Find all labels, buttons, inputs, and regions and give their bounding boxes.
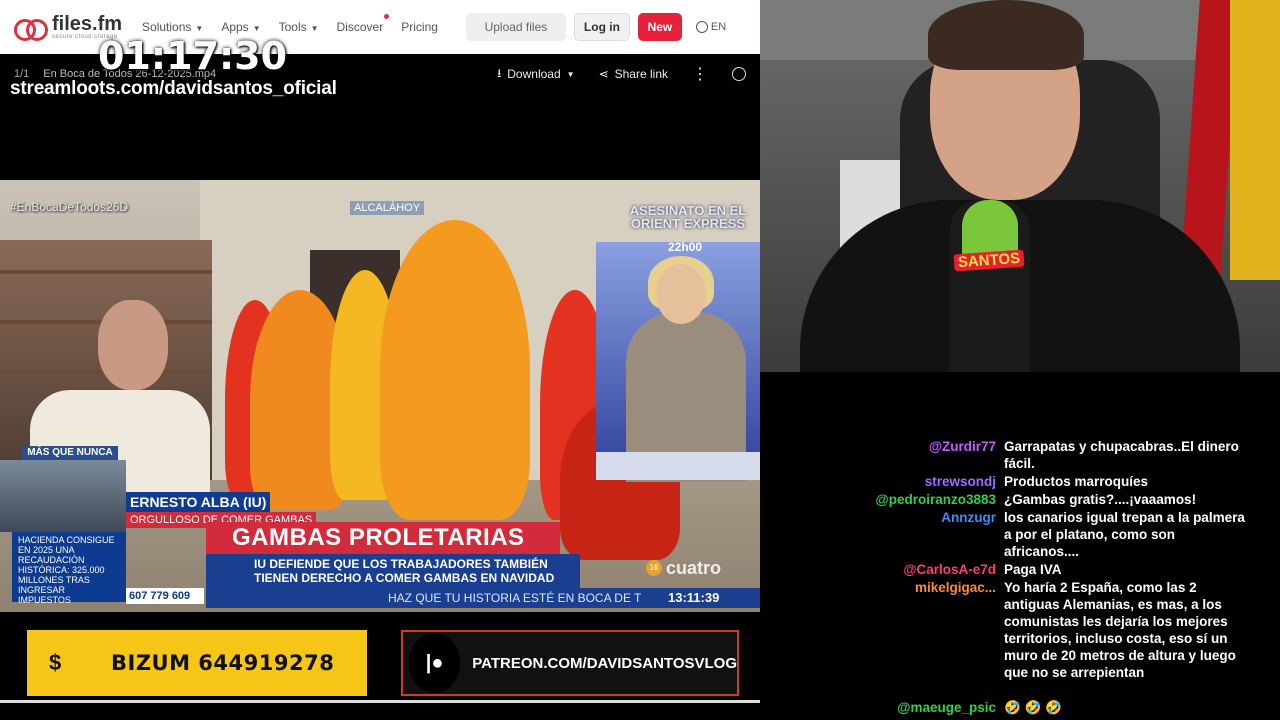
new-button[interactable]: New [637, 13, 682, 41]
stream-timer: 01:17:30 [98, 34, 288, 78]
nav-pricing[interactable]: Pricing [401, 20, 438, 34]
bizum-banner: $ BIZUM 644919278 [27, 630, 367, 696]
share-icon: ⋖ [598, 67, 609, 81]
patreon-banner: |● PATREON.COM/DAVIDSANTOSVLOG [401, 630, 739, 696]
language-label: EN [710, 21, 727, 33]
chat-username[interactable]: Annzugr [941, 509, 996, 526]
shrimp-costume [380, 220, 530, 520]
segment-tag: MÁS QUE NUNCA [22, 446, 118, 460]
chat-text: Productos marroquíes [1004, 474, 1149, 489]
presenter-head [656, 264, 706, 324]
chat-username[interactable]: @pedroiranzo3883 [876, 491, 996, 508]
phone-number: 607 779 609 [126, 588, 204, 604]
notification-dot-icon [384, 14, 390, 19]
upload-files-button[interactable]: Upload files [465, 13, 566, 41]
chat-username[interactable]: @CarlosA-e7d [903, 561, 996, 578]
cloud-logo-icon [12, 16, 48, 41]
info-icon[interactable] [732, 67, 746, 81]
bizum-text: BIZUM 644919278 [111, 651, 335, 675]
chat-text: 🤣 🤣 🤣 [1004, 700, 1062, 715]
studio-desk [596, 452, 760, 480]
login-button[interactable]: Log in [573, 13, 630, 41]
stream-layout: files.fm secure cloud storage Solutions ▼… [0, 0, 1280, 720]
download-button[interactable]: ⭳ Download ▼ [497, 64, 575, 85]
webcam-feed: SANTOS [760, 0, 1280, 372]
subheadline: IU DEFIENDE QUE LOS TRABAJADORES TAMBIÉN… [206, 554, 580, 588]
age-rating-badge: 16 [646, 560, 662, 576]
nav-solutions[interactable]: Solutions ▼ [142, 20, 203, 34]
patreon-icon: |● [409, 633, 461, 693]
flag-stripe [1230, 0, 1280, 280]
chat-username[interactable]: @maeuge_psic [897, 699, 996, 716]
live-chat: @Zurdir77 Garrapatas y chupacabras..El di… [760, 372, 1280, 720]
streamer-hair [928, 0, 1084, 70]
guest-video [0, 240, 212, 500]
nav-apps[interactable]: Apps ▼ [221, 20, 260, 34]
show-hashtag: #EnBocaDeTodos26D [10, 200, 129, 214]
download-icon: ⭳ [497, 65, 502, 80]
chevron-down-icon: ▼ [195, 24, 204, 33]
chat-text: Yo haría 2 España, como las 2 antiguas A… [1004, 580, 1236, 680]
chat-text: ¿Gambas gratis?....¡vaaamos! [1004, 492, 1197, 507]
headline: GAMBAS PROLETARIAS [206, 522, 560, 554]
chevron-down-icon: ▼ [252, 24, 261, 33]
promo-time: 22h00 [668, 240, 703, 254]
chat-username[interactable]: strewsondj [925, 473, 996, 490]
promo-title: ASESINATO EN EL ORIENT EXPRESS [629, 203, 747, 231]
broadcast-clock: 13:11:39 [668, 590, 720, 605]
tv-broadcast: #EnBocaDeTodos26D ALCALÁHOY ASESINATO EN… [0, 180, 760, 612]
chevron-down-icon: ▼ [310, 24, 319, 33]
channel-logo: cuatro [666, 558, 722, 578]
mini-video [0, 460, 126, 532]
logo-name: files.fm [52, 13, 123, 35]
main-nav: Solutions ▼ Apps ▼ Tools ▼ Discover Pricing [142, 14, 438, 34]
dollar-icon: $ [49, 650, 62, 675]
scrollbar-track[interactable] [0, 700, 760, 703]
language-selector[interactable]: EN [695, 21, 727, 33]
patreon-text: PATREON.COM/DAVIDSANTOSVLOG [472, 654, 737, 672]
chat-username[interactable]: @Zurdir77 [929, 438, 996, 455]
globe-icon [695, 21, 708, 33]
nav-discover[interactable]: Discover [337, 14, 390, 34]
bookshelf [0, 270, 212, 274]
side-ticker: HACIENDA CONSIGUE EN 2025 UNA RECAUDACIÓ… [12, 532, 126, 605]
guest-name: ERNESTO ALBA (IU) [126, 492, 271, 512]
chat-text: Garrapatas y chupacabras..El dinero fáci… [1004, 439, 1239, 471]
share-link-button[interactable]: ⋖ Share link [599, 67, 668, 81]
streamloots-link: streamloots.com/davidsantos_oficial [10, 78, 337, 99]
chevron-down-icon: ▼ [566, 69, 575, 79]
presenter-video [596, 242, 760, 482]
chat-text: los canarios igual trepan a la palmera a… [1004, 510, 1245, 559]
chat-username[interactable]: mikelgigac... [915, 579, 996, 596]
location-tag: ALCALÁHOY [350, 201, 425, 215]
guest-head [98, 300, 168, 390]
chat-text: Paga IVA [1004, 562, 1062, 577]
nav-tools[interactable]: Tools ▼ [279, 20, 319, 34]
more-options-icon[interactable]: ⋮ [692, 64, 708, 84]
